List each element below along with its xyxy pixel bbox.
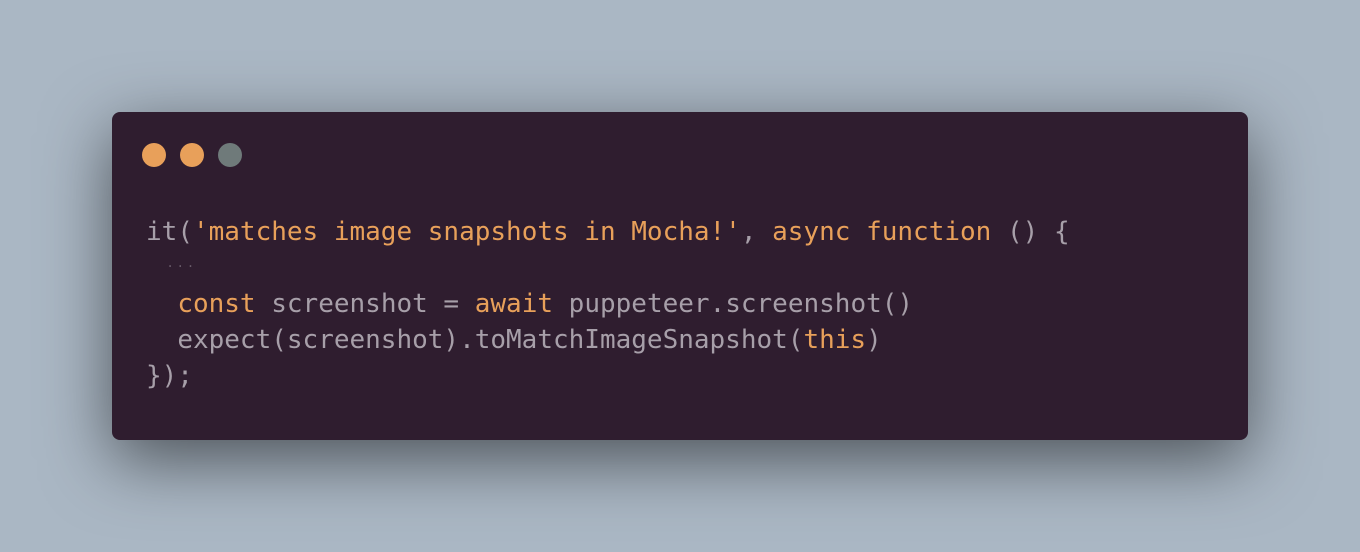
open-paren: ( xyxy=(177,217,193,247)
ellipsis-comment: ... xyxy=(166,256,198,270)
keyword-await: await xyxy=(474,289,554,319)
code-line-1: it('matches image snapshots in Mocha!', … xyxy=(146,214,1070,250)
fn-it: it xyxy=(146,217,178,247)
fn-signature-rest: () { xyxy=(991,217,1070,247)
keyword-this: this xyxy=(803,325,867,355)
assignment: screenshot = xyxy=(255,289,475,319)
window-controls xyxy=(142,143,242,167)
expect-call: expect(screenshot).toMatchImageSnapshot( xyxy=(177,325,804,355)
code-line-3: const screenshot = await puppeteer.scree… xyxy=(146,286,1070,322)
code-block: it('matches image snapshots in Mocha!', … xyxy=(146,214,1070,394)
close-dot-icon[interactable] xyxy=(142,143,166,167)
comma: , xyxy=(740,217,773,247)
maximize-dot-icon[interactable] xyxy=(218,143,242,167)
screenshot-call: puppeteer.screenshot() xyxy=(553,289,914,319)
code-line-4: expect(screenshot).toMatchImageSnapshot(… xyxy=(146,322,1070,358)
code-line-5: }); xyxy=(146,358,1070,394)
close-paren: ) xyxy=(866,325,882,355)
minimize-dot-icon[interactable] xyxy=(180,143,204,167)
keyword-function: function xyxy=(866,217,992,247)
closing-brace: }); xyxy=(146,361,193,391)
code-window: it('matches image snapshots in Mocha!', … xyxy=(112,112,1248,440)
keyword-async: async xyxy=(772,217,851,247)
test-title-string: 'matches image snapshots in Mocha!' xyxy=(192,217,741,247)
keyword-const: const xyxy=(177,289,256,319)
code-line-2: ... xyxy=(146,250,1070,286)
